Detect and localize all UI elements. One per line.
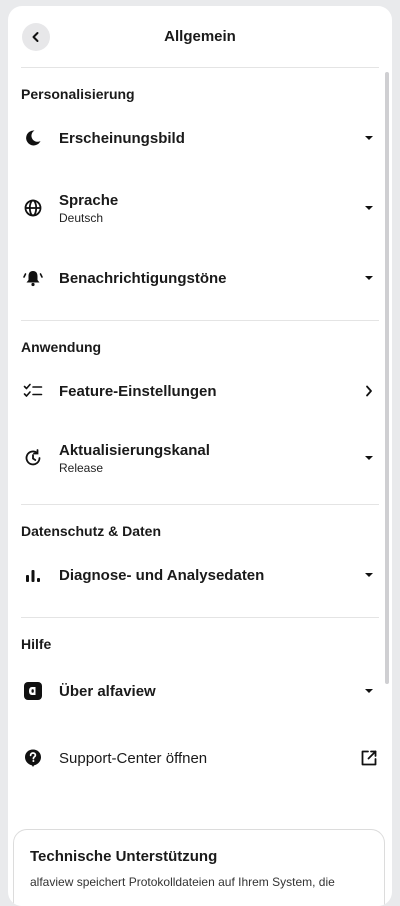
caret-down-icon <box>359 205 379 211</box>
section-title-personalisierung: Personalisierung <box>21 86 135 102</box>
caret-down-icon <box>359 275 379 281</box>
settings-panel: Allgemein Personalisierung Erscheinungsb… <box>8 6 392 906</box>
globe-icon <box>21 196 45 220</box>
setting-language-label: Sprache <box>59 191 119 209</box>
setting-notification-sounds-label: Benachrichtigungstöne <box>59 269 227 287</box>
section-title-anwendung: Anwendung <box>21 339 102 355</box>
support-center-label: Support-Center öffnen <box>59 749 208 767</box>
question-circle-icon <box>21 746 45 770</box>
caret-down-icon <box>359 135 379 141</box>
setting-diagnostics[interactable]: Diagnose- und Analysedaten <box>8 543 392 607</box>
setting-appearance[interactable]: Erscheinungsbild <box>8 110 392 166</box>
moon-icon <box>21 126 45 150</box>
bell-ring-icon <box>21 266 45 290</box>
external-link-icon <box>359 749 379 767</box>
update-icon <box>21 446 45 470</box>
page-title: Allgemein <box>164 28 236 45</box>
setting-update-channel-value: Release <box>59 460 104 475</box>
header: Allgemein <box>21 6 379 68</box>
alfaview-logo-icon <box>21 679 45 703</box>
chevron-right-icon <box>359 385 379 397</box>
setting-diagnostics-label: Diagnose- und Analysedaten <box>59 566 265 584</box>
technical-support-card: Technische Unterstützung alfaview speich… <box>13 829 385 906</box>
setting-language-value: Deutsch <box>59 210 104 225</box>
setting-appearance-label: Erscheinungsbild <box>59 129 185 147</box>
card-title: Technische Unterstützung <box>30 848 218 865</box>
card-text: alfaview speichert Protokolldateien auf … <box>30 875 335 889</box>
checklist-icon <box>21 379 45 403</box>
caret-down-icon <box>359 688 379 694</box>
caret-down-icon <box>359 572 379 578</box>
scrollbar[interactable] <box>385 72 389 684</box>
bar-chart-icon <box>21 563 45 587</box>
section-title-datenschutz: Datenschutz & Daten <box>21 523 162 539</box>
setting-language[interactable]: Sprache Deutsch <box>8 166 392 250</box>
section-title-hilfe: Hilfe <box>21 636 52 652</box>
caret-down-icon <box>359 455 379 461</box>
setting-feature-settings-label: Feature-Einstellungen <box>59 382 217 400</box>
support-center-link[interactable]: Support-Center öffnen <box>8 726 392 790</box>
setting-about[interactable]: Über alfaview <box>8 656 392 726</box>
setting-about-label: Über alfaview <box>59 682 156 700</box>
setting-update-channel[interactable]: Aktualisierungskanal Release <box>8 423 392 493</box>
setting-notification-sounds[interactable]: Benachrichtigungstöne <box>8 250 392 306</box>
setting-feature-settings[interactable]: Feature-Einstellungen <box>8 359 392 423</box>
setting-update-channel-label: Aktualisierungskanal <box>59 441 210 459</box>
